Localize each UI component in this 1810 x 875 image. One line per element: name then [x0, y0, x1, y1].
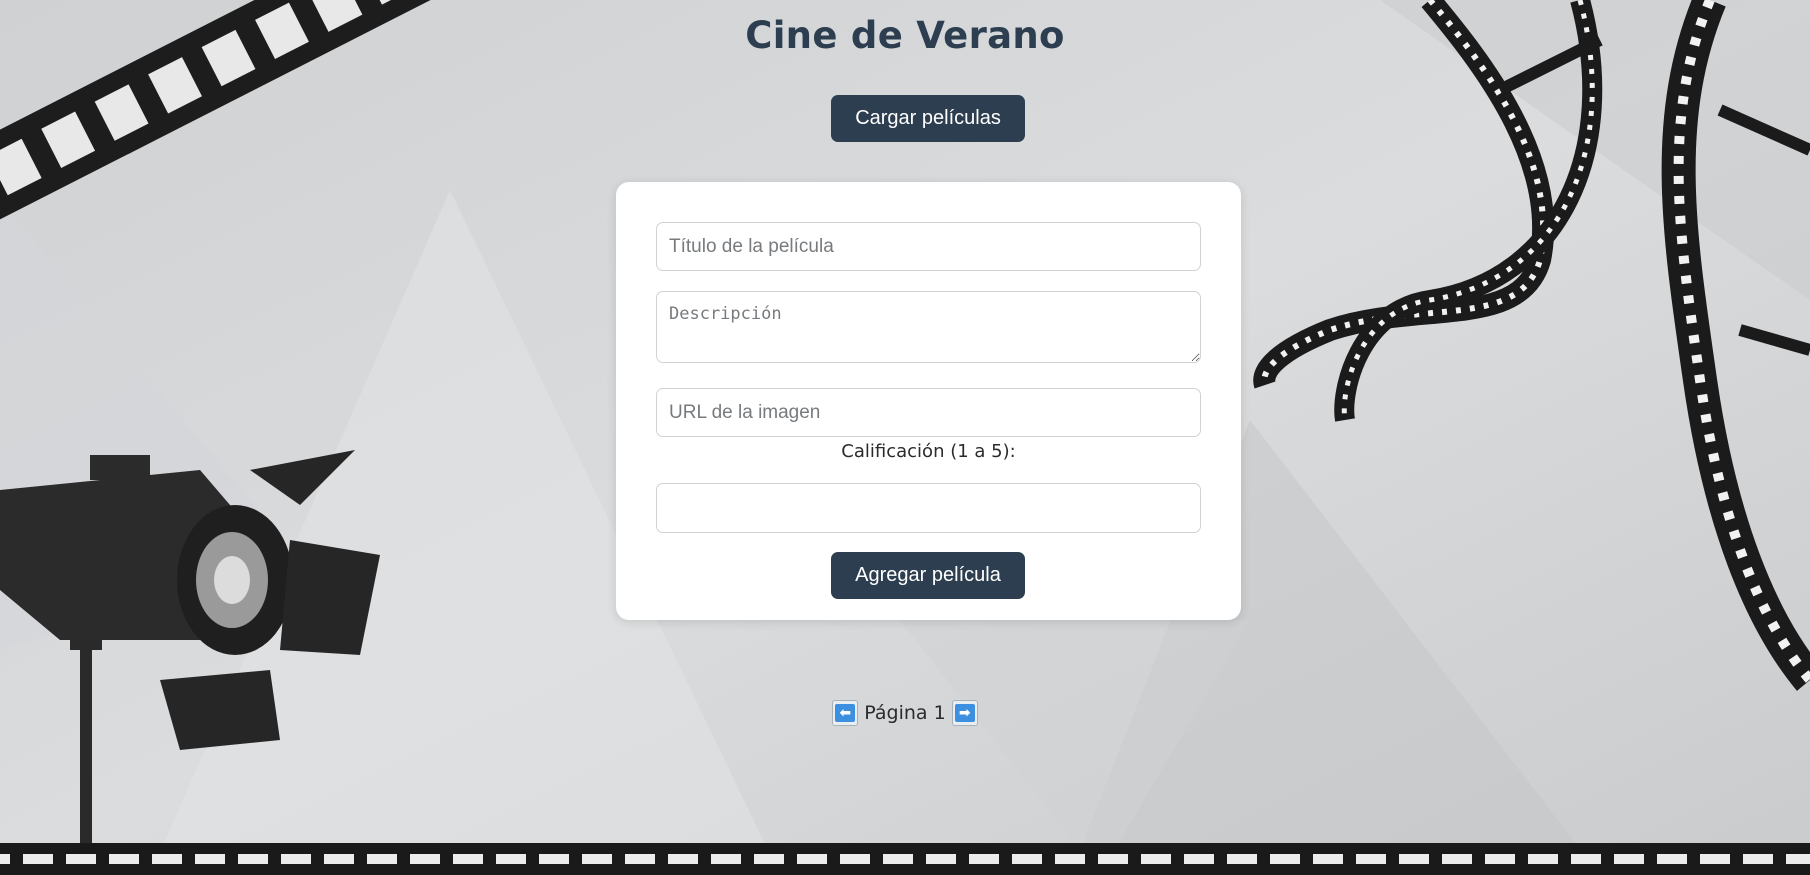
page-title: Cine de Verano	[745, 14, 1065, 57]
next-page-button[interactable]: ➡	[951, 700, 978, 726]
rating-input[interactable]	[656, 483, 1201, 533]
movie-description-textarea[interactable]	[656, 291, 1201, 363]
pagination: ⬅ Página 1 ➡	[0, 700, 1810, 730]
add-movie-form: Calificación (1 a 5): Agregar película	[616, 182, 1241, 620]
page-indicator: Página 1	[864, 702, 946, 724]
bottom-film-strip-icon	[0, 843, 1810, 875]
image-url-input[interactable]	[656, 388, 1201, 437]
previous-page-button[interactable]: ⬅	[832, 700, 859, 726]
load-movies-button[interactable]: Cargar películas	[831, 95, 1025, 142]
add-movie-button[interactable]: Agregar película	[831, 552, 1025, 599]
movie-title-input[interactable]	[656, 222, 1201, 271]
left-arrow-icon: ⬅	[835, 704, 856, 722]
right-arrow-icon: ➡	[954, 704, 975, 722]
rating-label: Calificación (1 a 5):	[841, 441, 1016, 462]
